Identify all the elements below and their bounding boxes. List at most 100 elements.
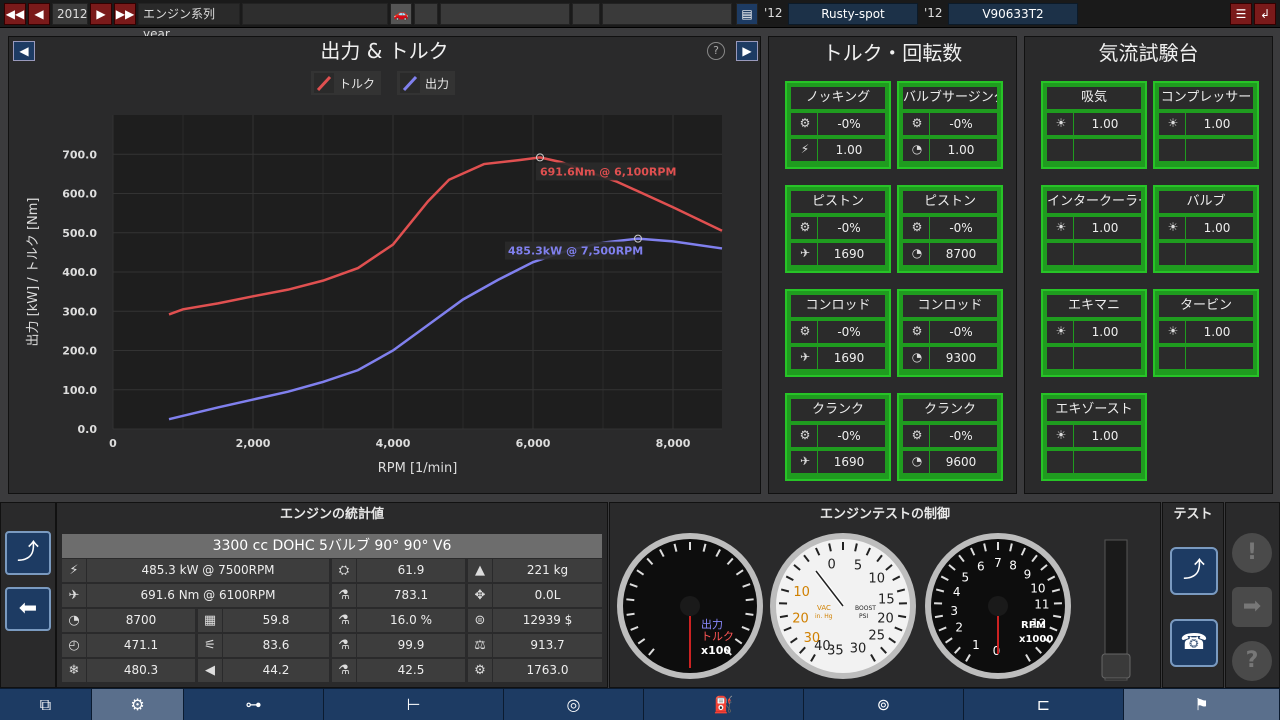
chart-view-icon[interactable]: ⤴ <box>5 531 51 575</box>
family-list-icon[interactable]: ▤ <box>736 3 758 25</box>
first-year-button[interactable]: ◀◀ <box>4 3 26 25</box>
gauge-tick-label: 5 <box>854 559 862 574</box>
x-tick-label: 8,000 <box>656 437 691 450</box>
throttle-handle[interactable] <box>1101 653 1131 679</box>
airflow-cell[interactable]: エキゾースト ☀ 1.00 <box>1041 393 1147 481</box>
torque-rpm-cell[interactable]: コンロッド ⚙ -0% ✈ 1690 <box>785 289 891 377</box>
stat-value: 783.1 <box>357 584 465 607</box>
cell-row: ✈ 1690 <box>791 451 885 473</box>
tab-bottom-end-icon[interactable]: ⊶ <box>184 689 324 720</box>
tab-tune-icon[interactable]: ⊏ <box>964 689 1124 720</box>
power-torque-gauge: 出力 トルク x100 <box>617 533 763 679</box>
family-name-field[interactable]: Rusty-spot <box>788 3 918 25</box>
tab-aspiration-icon[interactable]: ◎ <box>504 689 644 720</box>
gauge-tick-label: 11 <box>1034 598 1049 612</box>
airflow-cell[interactable]: コンプレッサー ☀ 1.00 <box>1153 81 1259 169</box>
airflow-icon: ☀ <box>1055 220 1067 234</box>
stat-value: 221 kg <box>493 559 602 582</box>
gear-icon: ⚙ <box>911 428 923 442</box>
stat-value: 99.9 <box>357 634 465 657</box>
torque-rpm-cell[interactable]: バルブサージング ⚙ -0% ◔ 1.00 <box>897 81 1003 169</box>
rpm-icon: ◔ <box>911 454 923 468</box>
tab-design-icon[interactable]: ⧉ <box>0 689 92 720</box>
emissions-icon: ⚗ <box>332 659 356 682</box>
torque-rpm-cell[interactable]: ノッキング ⚙ -0% ⚡ 1.00 <box>785 81 891 169</box>
cell-row: ☀ 1.00 <box>1159 217 1253 239</box>
reliability-icon: ⚗ <box>332 634 356 657</box>
torque-rpm-cell[interactable]: クランク ⚙ -0% ◔ 9600 <box>897 393 1003 481</box>
help-circle-icon[interactable]: ? <box>1232 641 1272 681</box>
menu-icon[interactable]: ☰ <box>1230 3 1252 25</box>
airflow-cell[interactable]: バルブ ☀ 1.00 <box>1153 185 1259 273</box>
run-dyno-icon[interactable]: ⤴ <box>1170 547 1218 595</box>
x-tick-label: 6,000 <box>516 437 551 450</box>
power-icon: ⚡ <box>62 559 86 582</box>
torque-rpm-cell[interactable]: ピストン ⚙ -0% ✈ 1690 <box>785 185 891 273</box>
exit-icon[interactable]: ↲ <box>1254 3 1276 25</box>
torque-rpm-cell[interactable]: クランク ⚙ -0% ✈ 1690 <box>785 393 891 481</box>
y-tick-label: 100.0 <box>62 384 97 397</box>
cell-title: クランク <box>903 399 997 421</box>
cell-row: ✈ 1690 <box>791 347 885 369</box>
variant-name-field[interactable]: V90633T2 <box>948 3 1078 25</box>
spark-icon: ⚡ <box>800 142 810 156</box>
cell-value: -0% <box>837 325 861 339</box>
airflow-icon: ☀ <box>1167 220 1179 234</box>
noise-icon: ◀ <box>198 659 222 682</box>
cell-row: ☀ 1.00 <box>1047 217 1141 239</box>
warning-icon[interactable]: ! <box>1232 533 1272 573</box>
stat-value: 42.5 <box>357 659 465 682</box>
tab-engine-icon[interactable]: ⚙ <box>92 689 184 720</box>
economy-icon: ⚗ <box>332 584 356 607</box>
tab-exhaust-icon[interactable]: ⊚ <box>804 689 964 720</box>
cell-value: 1.00 <box>835 143 863 157</box>
airflow-cell[interactable]: タービン ☀ 1.00 <box>1153 289 1259 377</box>
gauge-tick-label: 10 <box>793 585 810 600</box>
last-year-button[interactable]: ▶▶ <box>114 3 136 25</box>
stat-value: 485.3 kW @ 7500RPM <box>87 559 329 582</box>
cell-value: 1.00 <box>1203 117 1231 131</box>
gauge-tick-label: 0 <box>827 557 835 572</box>
cell-value: 9600 <box>945 455 977 469</box>
cell-title: コンロッド <box>791 295 885 317</box>
family-year: '12 <box>764 6 783 20</box>
cell-row: ☀ 1.00 <box>1047 425 1141 447</box>
stat-row: ❄ 480.3 ◀ 44.2 ⚗ 42.5 ⚙ 1763.0 <box>62 659 602 683</box>
parts-icon: ⚙ <box>468 659 492 682</box>
next-year-button[interactable]: ▶ <box>90 3 112 25</box>
engine-stats-title: エンジンの統計値 <box>279 507 384 522</box>
cell-title: 吸気 <box>1047 87 1141 109</box>
torque-rpm-cell[interactable]: ピストン ⚙ -0% ◔ 8700 <box>897 185 1003 273</box>
airflow-cell[interactable]: 吸気 ☀ 1.00 <box>1041 81 1147 169</box>
tab-top-end-icon[interactable]: ⊢ <box>324 689 504 720</box>
tab-test-icon[interactable]: ⚑ <box>1124 689 1280 720</box>
cell-row: ◔ 9300 <box>903 347 997 369</box>
cell-value: 1690 <box>833 247 865 261</box>
gear-icon: ⚙ <box>799 220 811 234</box>
car-icon[interactable]: 🚗 <box>390 3 412 25</box>
cell-row: ⚙ -0% <box>791 321 885 343</box>
weight-icon: ▲ <box>468 559 492 582</box>
cell-row <box>1159 243 1253 265</box>
cell-row <box>1047 243 1141 265</box>
tab-fuel-icon[interactable]: ⛽ <box>644 689 804 720</box>
power-peak-label: 485.3kW @ 7,500RPM <box>508 245 643 258</box>
engine-description: 3300 cc DOHC 5バルブ 90° 90° V6 <box>62 534 602 558</box>
torque-rpm-cell[interactable]: コンロッド ⚙ -0% ◔ 9300 <box>897 289 1003 377</box>
stat-value: 44.2 <box>223 659 329 682</box>
gauge-tick-label: 3 <box>950 604 958 618</box>
cell-title: コンプレッサー <box>1159 87 1253 109</box>
throttle-icon[interactable]: ☎ <box>1170 619 1218 667</box>
cell-row <box>1047 139 1141 161</box>
airflow-cell[interactable]: インタークーラー ☀ 1.00 <box>1041 185 1147 273</box>
back-arrow-icon[interactable]: ⬅ <box>5 587 51 631</box>
forward-arrow-icon[interactable]: ➡ <box>1232 587 1272 627</box>
cell-value: 1690 <box>833 351 865 365</box>
cell-row: ⚡ 1.00 <box>791 139 885 161</box>
gauge2-vac-label: VAC <box>817 604 831 612</box>
cell-row: ⚙ -0% <box>791 425 885 447</box>
cell-value: -0% <box>837 429 861 443</box>
prev-year-button[interactable]: ◀ <box>28 3 50 25</box>
rpm-gauge: 0123456 7 89101112 RPM x1000 <box>925 533 1071 679</box>
airflow-cell[interactable]: エキマニ ☀ 1.00 <box>1041 289 1147 377</box>
